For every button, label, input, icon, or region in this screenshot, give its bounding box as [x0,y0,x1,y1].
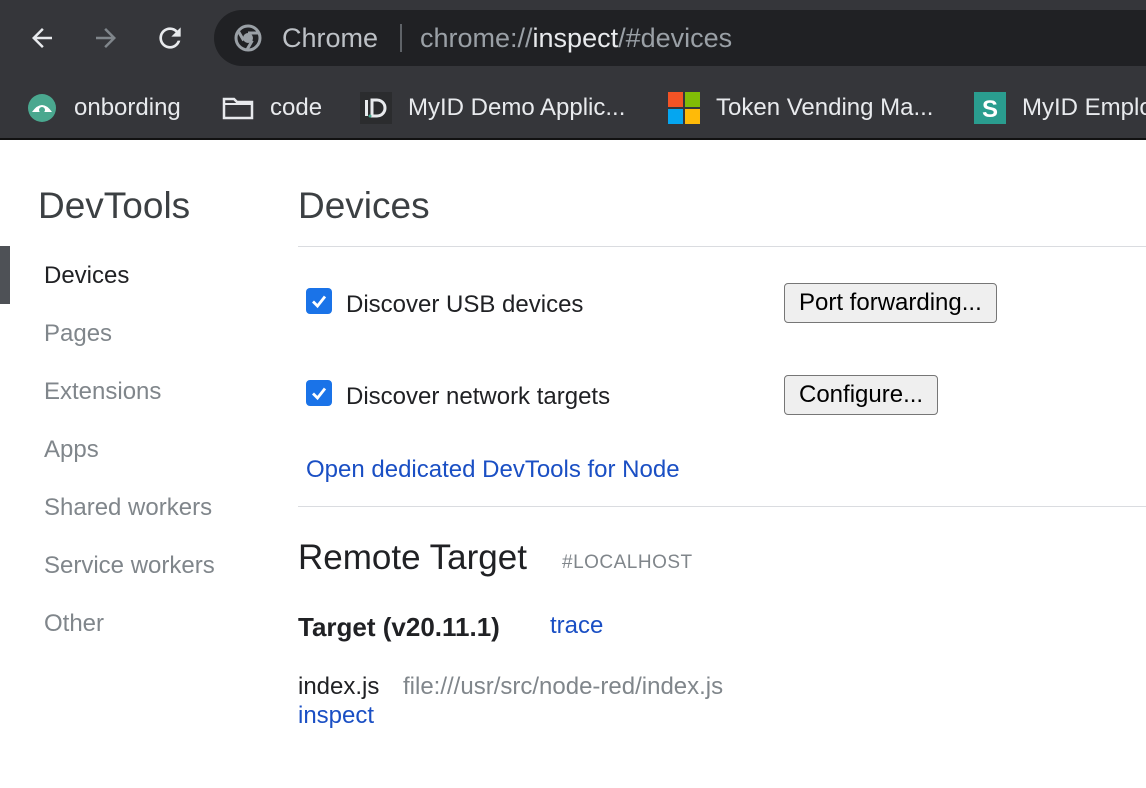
target-item-url: file:///usr/src/node-red/index.js [403,673,724,700]
folder-icon [222,97,254,120]
bookmark-onbording[interactable]: onbording [26,90,181,126]
reload-button[interactable] [150,18,190,58]
port-forwarding-button[interactable]: Port forwarding... [784,283,997,323]
forward-arrow-icon [96,28,116,48]
open-node-devtools-link[interactable]: Open dedicated DevTools for Node [306,456,680,484]
sidebar-item-pages[interactable]: Pages [44,320,112,348]
sidebar-item-devices[interactable]: Devices [44,262,129,290]
url-host: inspect [532,23,619,53]
sidebar-title: DevTools [38,185,191,226]
bookmarks-bar: onbording code MyID Demo Applic... Token… [0,78,1146,140]
bookmark-token-vending[interactable]: Token Vending Ma... [668,90,933,126]
target-item-name: index.js [298,673,380,700]
bookmark-label: MyID Demo Applic... [408,94,626,121]
bookmark-label: Token Vending Ma... [716,94,934,121]
checkmark-icon [312,387,327,401]
bookmark-label: code [270,94,323,121]
bookmark-folder-code[interactable]: code [222,90,322,126]
configure-button[interactable]: Configure... [784,375,939,415]
url-scheme: chrome:// [420,23,533,53]
checkbox-box [306,288,332,314]
chrome-logo-icon [234,24,262,52]
checkbox-box [306,380,332,406]
target-name: Target (v20.11.1) [298,612,500,642]
trace-link[interactable]: trace [550,612,603,640]
microsoft-logo-icon [668,92,700,124]
sidebar-item-service-workers[interactable]: Service workers [44,552,215,580]
sidebar-item-other[interactable]: Other [44,610,104,638]
remote-target-tag: #LOCALHOST [562,552,693,573]
onbording-favicon [28,94,56,122]
back-arrow-icon [32,28,52,48]
sidebar-item-shared-workers[interactable]: Shared workers [44,494,212,522]
url-separator [400,24,402,52]
back-button[interactable] [22,18,62,58]
site-name: Chrome [282,23,379,53]
url-path: /#devices [618,23,733,53]
page-title: Devices [298,185,430,226]
discover-usb-label: Discover USB devices [346,291,584,318]
s-favicon: S [974,92,1006,124]
remote-target-title: Remote Target [298,538,527,577]
reload-icon [159,27,181,49]
myid-favicon [360,92,392,124]
sidebar-item-apps[interactable]: Apps [44,436,99,464]
omnibox[interactable]: Chrome chrome://inspect/#devices [214,10,1146,66]
sidebar-item-extensions[interactable]: Extensions [44,378,161,406]
active-nav-marker [0,246,10,304]
browser-toolbar: Chrome chrome://inspect/#devices [0,0,1146,78]
inspect-link[interactable]: inspect [298,702,374,730]
discover-network-label: Discover network targets [346,383,611,410]
checkmark-icon [312,295,327,309]
forward-button[interactable] [86,18,126,58]
bookmark-label: onbording [74,94,181,121]
header-divider [298,246,1146,247]
discover-network-checkbox[interactable] [306,380,332,406]
bookmark-myid-employee[interactable]: S MyID Emplo [974,90,1146,126]
section-divider [298,506,1146,507]
bookmark-label: MyID Emplo [1022,94,1146,121]
url-text[interactable]: chrome://inspect/#devices [420,22,732,54]
bookmark-myid-demo[interactable]: MyID Demo Applic... [360,90,625,126]
svg-text:S: S [982,96,998,123]
discover-usb-checkbox[interactable] [306,288,332,314]
